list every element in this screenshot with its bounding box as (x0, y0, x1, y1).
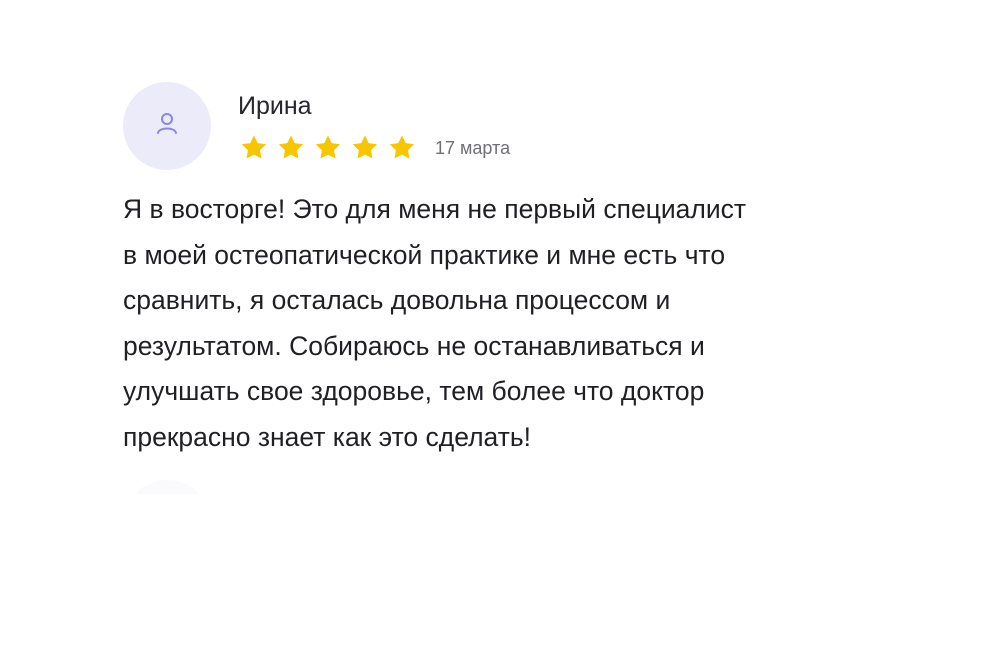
star-icon (349, 132, 381, 164)
rating: 17 марта (238, 132, 510, 164)
review-text-line: в моей остеопатической практике и мне ес… (123, 239, 726, 270)
review-date: 17 марта (435, 137, 511, 158)
star-icon (312, 132, 344, 164)
user-icon (152, 109, 182, 144)
star-icon (238, 132, 270, 164)
review-text-line: сравнить, я осталась довольна процессом … (123, 285, 671, 315)
next-review-avatar (123, 480, 211, 495)
review-text-line: результатом. Собираюсь не останавливатьс… (123, 330, 705, 361)
review-card: Ирина 17 марта Я в восторге! Это для мен… (0, 0, 986, 657)
star-icon (275, 132, 307, 164)
review-text-line: прекрасно знает как это сделать! (123, 421, 532, 452)
review-text-line: улучшать свое здоровье, тем более что до… (123, 376, 705, 406)
review-text-line: Я в восторге! Это для меня не первый спе… (123, 194, 747, 224)
author-name: Ирина (238, 92, 312, 120)
avatar (123, 82, 211, 170)
review-text: Я в восторге! Это для меня не первый спе… (123, 187, 883, 460)
star-icon (386, 132, 418, 164)
